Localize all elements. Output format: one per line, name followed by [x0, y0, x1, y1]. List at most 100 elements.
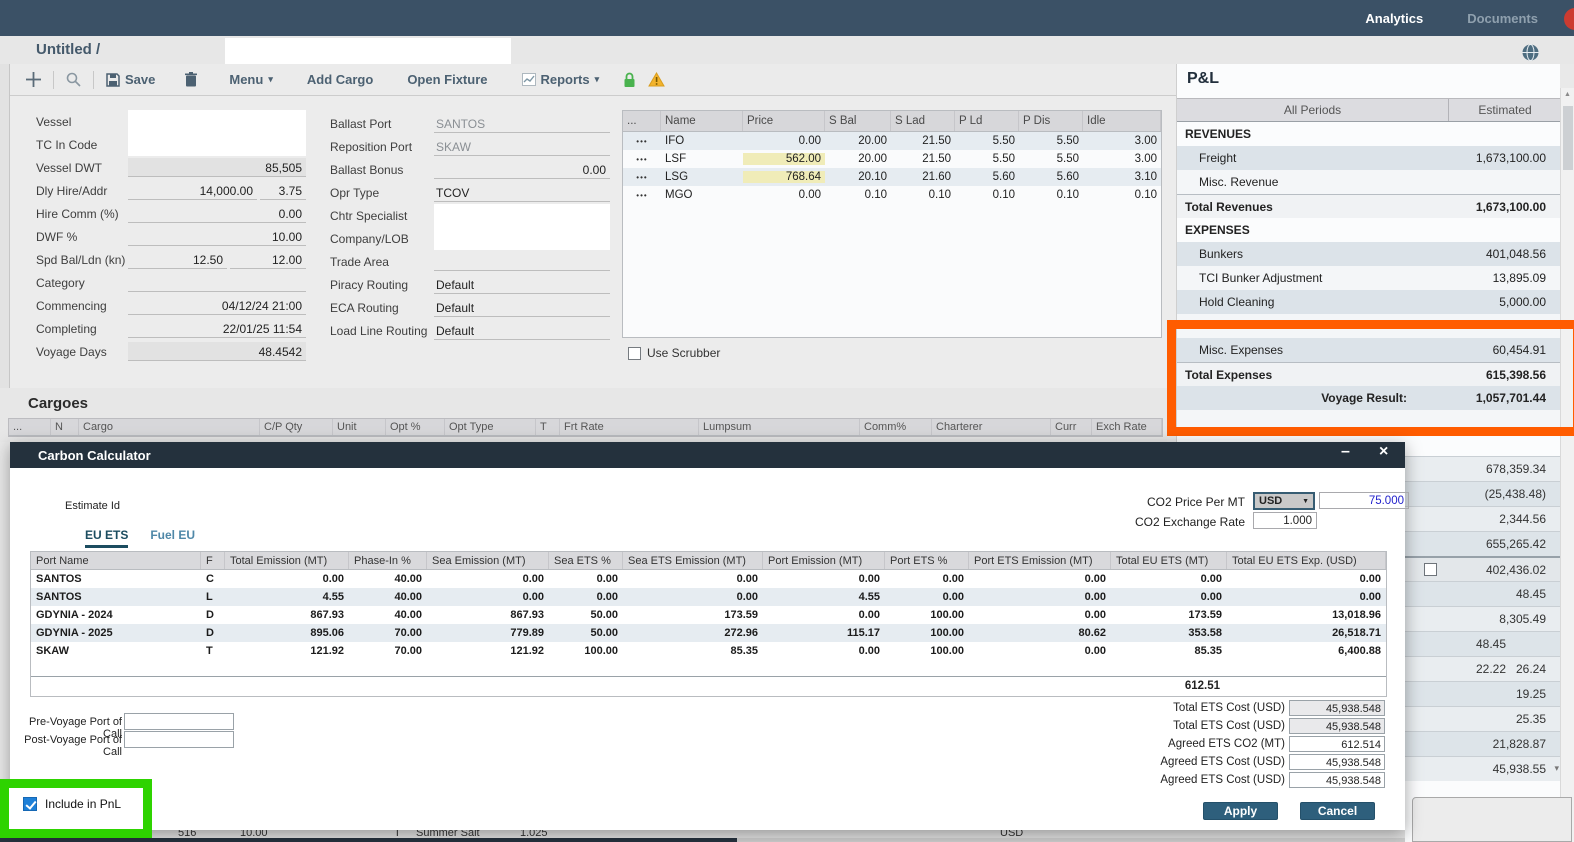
include-in-pnl-checkbox[interactable] [23, 797, 37, 811]
lock-button[interactable] [623, 72, 636, 88]
column-header[interactable]: Lumpsum [699, 419, 860, 435]
add-cargo-button[interactable]: Add Cargo [307, 72, 373, 87]
dialog-titlebar[interactable]: Carbon Calculator – × [10, 442, 1405, 468]
column-header[interactable]: Sea Emission (MT) [427, 552, 549, 569]
pnl-period-header[interactable]: All Periods [1177, 99, 1449, 121]
table-row[interactable]: SKAWT121.9270.00121.92100.0085.350.00100… [31, 642, 1386, 660]
field-value[interactable]: Default [434, 321, 610, 340]
scrollbar-thumb[interactable] [1563, 106, 1573, 170]
column-header[interactable]: Total EU ETS (MT) [1111, 552, 1227, 569]
save-button[interactable]: Save [106, 72, 155, 87]
pnl-row[interactable]: TCI Bunker Adjustment13,895.09 [1177, 266, 1561, 290]
column-header[interactable]: Sea ETS Emission (MT) [623, 552, 763, 569]
field-value[interactable]: Default [434, 275, 610, 294]
field-value[interactable] [128, 273, 306, 292]
notification-badge[interactable] [1564, 8, 1574, 30]
field-value[interactable]: TCOV [434, 183, 610, 202]
field-value[interactable]: 12.50 [128, 250, 227, 269]
column-header[interactable]: P Ld [955, 111, 1019, 131]
field-value[interactable]: 0.00 [128, 204, 306, 223]
table-row[interactable]: GDYNIA - 2025D895.0670.00779.8950.00272.… [31, 624, 1386, 642]
summary-value[interactable]: 45,938.548 [1289, 754, 1385, 770]
tab-fuel-eu[interactable]: Fuel EU [150, 528, 195, 548]
pnl-row[interactable]: Bunkers401,048.56 [1177, 242, 1561, 266]
table-row[interactable]: •••LSG768.6420.1021.605.605.603.10 [623, 168, 1161, 186]
column-header[interactable]: C/P Qty [260, 419, 333, 435]
pnl-row[interactable]: Total Expenses615,398.56 [1177, 362, 1561, 386]
column-header[interactable]: Total EU ETS Exp. (USD) [1227, 552, 1386, 569]
column-header[interactable]: ... [623, 111, 661, 131]
dropdown-arrow-icon[interactable]: ▾ [1554, 763, 1559, 774]
column-header[interactable]: Price [743, 111, 825, 131]
reports-button[interactable]: Reports▾ [522, 72, 600, 87]
pnl-scrollbar[interactable]: ▲ [1560, 88, 1574, 842]
co2-currency-select[interactable]: USD▼ [1253, 492, 1315, 510]
pre-voyage-input[interactable] [124, 713, 234, 730]
warning-indicator[interactable] [648, 72, 665, 87]
column-header[interactable]: Sea ETS % [549, 552, 623, 569]
pnl-row[interactable]: Misc. Expenses60,454.91 [1177, 338, 1561, 362]
pnl-row[interactable]: REVENUES [1177, 122, 1561, 146]
pnl-row[interactable]: Misc. Revenue [1177, 170, 1561, 194]
field-value[interactable]: 3.75 [260, 181, 306, 200]
column-header[interactable]: Opt Type [445, 419, 536, 435]
pnl-row[interactable]: Hold Cleaning5,000.00 [1177, 290, 1561, 314]
add-button[interactable] [26, 72, 41, 87]
column-header[interactable]: Cargo [79, 419, 260, 435]
table-row[interactable]: •••LSF562.0020.0021.505.505.503.00 [623, 150, 1161, 168]
column-header[interactable]: Total Emission (MT) [225, 552, 349, 569]
summary-value[interactable]: 612.514 [1289, 736, 1385, 752]
column-header[interactable]: Port ETS Emission (MT) [969, 552, 1111, 569]
pnl-row[interactable]: Freight1,673,100.00 [1177, 146, 1561, 170]
field-value[interactable]: 10.00 [128, 227, 306, 246]
table-row[interactable]: •••MGO0.000.100.100.100.100.10 [623, 186, 1161, 204]
apply-button[interactable]: Apply [1203, 802, 1278, 820]
column-header[interactable]: Exch Rate [1092, 419, 1162, 435]
pnl-row[interactable]: Total Revenues1,673,100.00 [1177, 194, 1561, 218]
column-header[interactable]: Idle [1083, 111, 1161, 131]
column-header[interactable]: Phase-In % [349, 552, 427, 569]
use-scrubber-option[interactable]: Use Scrubber [628, 346, 720, 360]
table-row[interactable]: SANTOSL4.5540.000.000.000.004.550.000.00… [31, 588, 1386, 606]
menu-button[interactable]: Menu▾ [229, 72, 272, 87]
nav-analytics[interactable]: Analytics [1365, 11, 1423, 26]
co2-exchange-field[interactable]: 1.000 [1253, 512, 1317, 529]
column-header[interactable]: Opt % [386, 419, 445, 435]
column-header[interactable]: Comm% [860, 419, 932, 435]
column-header[interactable]: Port Name [31, 552, 201, 569]
field-value[interactable]: SKAW [434, 137, 610, 156]
pnl-row[interactable] [1177, 410, 1561, 434]
pnl-row[interactable]: EXPENSES [1177, 218, 1561, 242]
column-header[interactable]: Unit [333, 419, 386, 435]
scroll-up-icon[interactable]: ▲ [1564, 91, 1571, 98]
field-value[interactable]: SANTOS [434, 114, 610, 133]
checkbox[interactable] [1424, 563, 1437, 576]
field-value[interactable]: 12.00 [230, 250, 306, 269]
include-in-pnl-option[interactable]: Include in PnL [23, 797, 143, 811]
pnl-row[interactable] [1177, 314, 1561, 338]
table-row[interactable]: GDYNIA - 2024D867.9340.00867.9350.00173.… [31, 606, 1386, 624]
column-header[interactable]: Frt Rate [560, 419, 699, 435]
delete-button[interactable] [185, 72, 197, 87]
table-row[interactable]: SANTOSC0.0040.000.000.000.000.000.000.00… [31, 570, 1386, 588]
column-header[interactable]: Curr [1051, 419, 1092, 435]
column-header[interactable]: Charterer [932, 419, 1051, 435]
field-value[interactable]: 0.00 [434, 160, 610, 179]
close-icon[interactable]: × [1379, 443, 1388, 461]
column-header[interactable]: N [51, 419, 79, 435]
search-button[interactable] [66, 72, 81, 87]
field-value[interactable]: Default [434, 298, 610, 317]
field-value[interactable]: 04/12/24 21:00 [128, 296, 306, 315]
field-value[interactable]: 22/01/25 11:54 [128, 319, 306, 338]
column-header[interactable]: S Lad [891, 111, 955, 131]
pnl-row[interactable]: Voyage Result:1,057,701.44 [1177, 386, 1561, 410]
use-scrubber-checkbox[interactable] [628, 347, 641, 360]
globe-icon[interactable] [1522, 44, 1539, 61]
open-fixture-button[interactable]: Open Fixture [407, 72, 487, 87]
pnl-estimated-header[interactable]: Estimated [1449, 99, 1561, 121]
summary-value[interactable]: 45,938.548 [1289, 772, 1385, 788]
column-header[interactable]: Name [661, 111, 743, 131]
post-voyage-input[interactable] [124, 731, 234, 748]
tab-eu-ets[interactable]: EU ETS [85, 528, 128, 548]
table-row[interactable]: •••IFO0.0020.0021.505.505.503.00 [623, 132, 1161, 150]
